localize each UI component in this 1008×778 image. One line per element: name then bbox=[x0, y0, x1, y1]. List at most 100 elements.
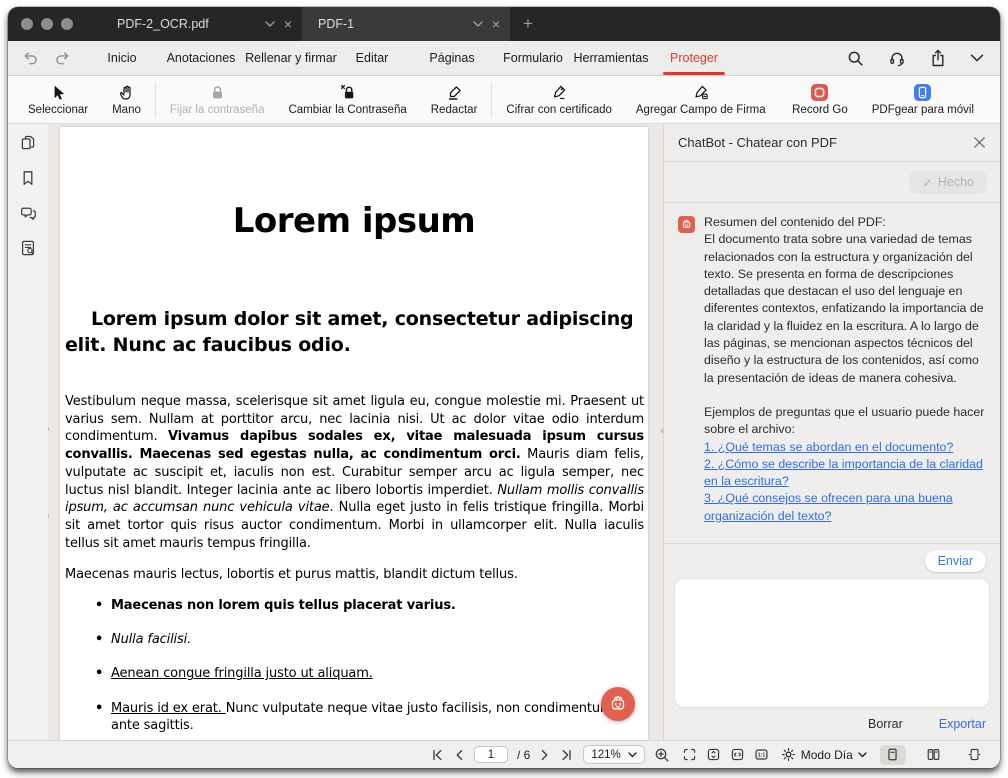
menu-item-proteger-active[interactable]: Proteger bbox=[670, 51, 718, 65]
minimize-window-button[interactable] bbox=[41, 18, 53, 30]
document-viewport[interactable]: Lorem ipsum Lorem ipsum dolor sit amet, … bbox=[48, 124, 663, 740]
doc-bullet-item: Maecenas non lorem quis tellus placerat … bbox=[95, 597, 638, 615]
record-go-icon bbox=[811, 83, 828, 101]
toolbar-label: PDFgear para móvil bbox=[872, 104, 974, 116]
close-window-button[interactable] bbox=[21, 18, 33, 30]
app-window: PDF-2_OCR.pdf × PDF-1 × + Inicio Anotaci… bbox=[8, 7, 1000, 768]
change-password-button[interactable]: Cambiar la Contraseña bbox=[276, 83, 418, 116]
tab-label: PDF-1 bbox=[318, 17, 464, 31]
set-password-button-disabled[interactable]: Fijar la contraseña bbox=[158, 83, 277, 116]
add-signature-field-button[interactable]: Agregar Campo de Firma bbox=[624, 83, 778, 116]
clear-button[interactable]: Borrar bbox=[868, 717, 903, 731]
doc-paragraph: Vestibulum neque massa, scelerisque sit … bbox=[65, 393, 644, 552]
comments-icon[interactable] bbox=[19, 204, 38, 222]
collapse-ribbon-chevron-icon[interactable] bbox=[970, 54, 984, 62]
day-mode-toggle[interactable]: Modo Día bbox=[781, 747, 867, 762]
panel-title: ChatBot - Chatear con PDF bbox=[678, 135, 973, 150]
svg-text:1:1: 1:1 bbox=[757, 753, 765, 759]
menu-item-formulario[interactable]: Formulario bbox=[503, 51, 563, 65]
menu-item-editar[interactable]: Editar bbox=[356, 51, 389, 65]
cursor-icon bbox=[50, 83, 66, 101]
continuous-scroll-view-button[interactable] bbox=[962, 745, 988, 765]
redo-icon[interactable] bbox=[54, 51, 71, 66]
day-mode-label: Modo Día bbox=[801, 748, 853, 762]
document-tab-pdf1-active[interactable]: PDF-1 × bbox=[302, 7, 510, 41]
fit-screen-icon[interactable] bbox=[682, 747, 697, 762]
toolbar-label: Mano bbox=[112, 104, 141, 116]
chevron-down-icon[interactable] bbox=[265, 21, 275, 27]
new-tab-button[interactable]: + bbox=[510, 7, 546, 41]
single-page-view-button-selected[interactable] bbox=[880, 745, 906, 765]
robot-icon bbox=[607, 693, 629, 715]
summary-body: El documento trata sobre una variedad de… bbox=[704, 231, 986, 387]
search-document-icon[interactable] bbox=[19, 239, 37, 257]
menu-item-herramientas[interactable]: Herramientas bbox=[573, 51, 648, 65]
menu-item-anotaciones[interactable]: Anotaciones bbox=[167, 51, 236, 65]
last-page-icon[interactable] bbox=[560, 748, 574, 762]
question-link-2[interactable]: 2. ¿Cómo se describe la importancia de l… bbox=[704, 457, 983, 488]
toolbar-separator bbox=[491, 82, 492, 118]
next-page-icon[interactable] bbox=[539, 748, 551, 762]
pdfgear-mobile-button[interactable]: PDFgear para móvil bbox=[860, 83, 986, 116]
chatbot-floating-button[interactable] bbox=[601, 687, 635, 721]
redact-button[interactable]: Redactar bbox=[419, 83, 490, 116]
done-button-disabled[interactable]: ✓ Hecho bbox=[910, 171, 986, 194]
actual-size-icon[interactable]: 1:1 bbox=[754, 747, 769, 762]
toolbar-label: Redactar bbox=[431, 104, 478, 116]
send-button[interactable]: Enviar bbox=[925, 550, 986, 572]
hand-tool-button[interactable]: Mano bbox=[100, 83, 153, 116]
signature-field-pen-icon bbox=[692, 83, 710, 101]
previous-page-icon[interactable] bbox=[453, 748, 465, 762]
close-panel-icon[interactable] bbox=[973, 136, 986, 149]
marker-icon bbox=[446, 83, 463, 101]
select-tool-button[interactable]: Seleccionar bbox=[16, 83, 100, 116]
content-area: Lorem ipsum Lorem ipsum dolor sit amet, … bbox=[8, 124, 1000, 740]
encrypt-certificate-button[interactable]: Cifrar con certificado bbox=[494, 83, 623, 116]
close-tab-icon[interactable]: × bbox=[284, 17, 292, 31]
zoom-level-select[interactable]: 121% bbox=[583, 745, 644, 764]
zoom-window-button[interactable] bbox=[61, 18, 73, 30]
sidebar-resize-handle[interactable] bbox=[48, 427, 49, 431]
chat-messages[interactable]: Resumen del contenido del PDF: El docume… bbox=[678, 203, 986, 543]
mobile-phone-icon bbox=[914, 83, 931, 101]
chat-input[interactable] bbox=[674, 578, 990, 708]
toolbar-label: Record Go bbox=[792, 104, 848, 116]
bot-message: Resumen del contenido del PDF: El docume… bbox=[678, 214, 986, 387]
menu-item-paginas[interactable]: Páginas bbox=[429, 51, 474, 65]
support-headset-icon[interactable] bbox=[888, 50, 906, 67]
page-number-input[interactable] bbox=[474, 746, 508, 763]
page-thumbnails-icon[interactable] bbox=[19, 134, 37, 152]
chevron-down-icon[interactable] bbox=[473, 21, 483, 27]
fit-width-icon[interactable] bbox=[730, 747, 745, 762]
menu-item-inicio[interactable]: Inicio bbox=[107, 51, 136, 65]
panel-resize-handle[interactable] bbox=[661, 429, 663, 433]
lock-x-icon bbox=[339, 83, 356, 101]
doc-title: Lorem ipsum bbox=[60, 201, 648, 241]
record-go-button[interactable]: Record Go bbox=[780, 83, 860, 116]
doc-subtitle: Lorem ipsum dolor sit amet, consectetur … bbox=[65, 306, 643, 358]
bookmarks-icon[interactable] bbox=[19, 169, 37, 187]
question-link-1[interactable]: 1. ¿Qué temas se abordan en el documento… bbox=[704, 440, 953, 454]
sidebar-resize-handle[interactable] bbox=[48, 514, 49, 518]
close-tab-icon[interactable]: × bbox=[492, 17, 500, 31]
menu-item-rellenar-y-firmar[interactable]: Rellenar y firmar bbox=[245, 51, 337, 65]
questions-intro: Ejemplos de preguntas que el usuario pue… bbox=[704, 404, 986, 439]
zoom-value: 121% bbox=[591, 749, 620, 761]
chevron-down-icon bbox=[628, 752, 637, 758]
export-button[interactable]: Exportar bbox=[939, 717, 986, 731]
undo-icon[interactable] bbox=[22, 51, 39, 66]
two-page-view-button[interactable] bbox=[921, 745, 947, 765]
chevron-down-icon bbox=[858, 752, 867, 758]
share-icon[interactable] bbox=[930, 49, 946, 67]
titlebar: PDF-2_OCR.pdf × PDF-1 × + bbox=[8, 7, 1000, 41]
document-tab-pdf2ocr[interactable]: PDF-2_OCR.pdf × bbox=[87, 7, 302, 41]
question-link-3[interactable]: 3. ¿Qué consejos se ofrecen para una bue… bbox=[704, 491, 953, 522]
first-page-icon[interactable] bbox=[430, 748, 444, 762]
doc-bullet-item: Mauris id ex erat. Nunc vulputate neque … bbox=[95, 700, 638, 735]
certificate-pen-icon bbox=[550, 83, 568, 101]
suggested-questions: Ejemplos de preguntas que el usuario pue… bbox=[678, 404, 986, 525]
chatbot-panel: ChatBot - Chatear con PDF ✓ Hecho bbox=[663, 124, 1000, 740]
fit-height-icon[interactable] bbox=[706, 747, 721, 762]
zoom-in-icon[interactable] bbox=[654, 747, 670, 763]
search-icon[interactable] bbox=[847, 50, 864, 67]
